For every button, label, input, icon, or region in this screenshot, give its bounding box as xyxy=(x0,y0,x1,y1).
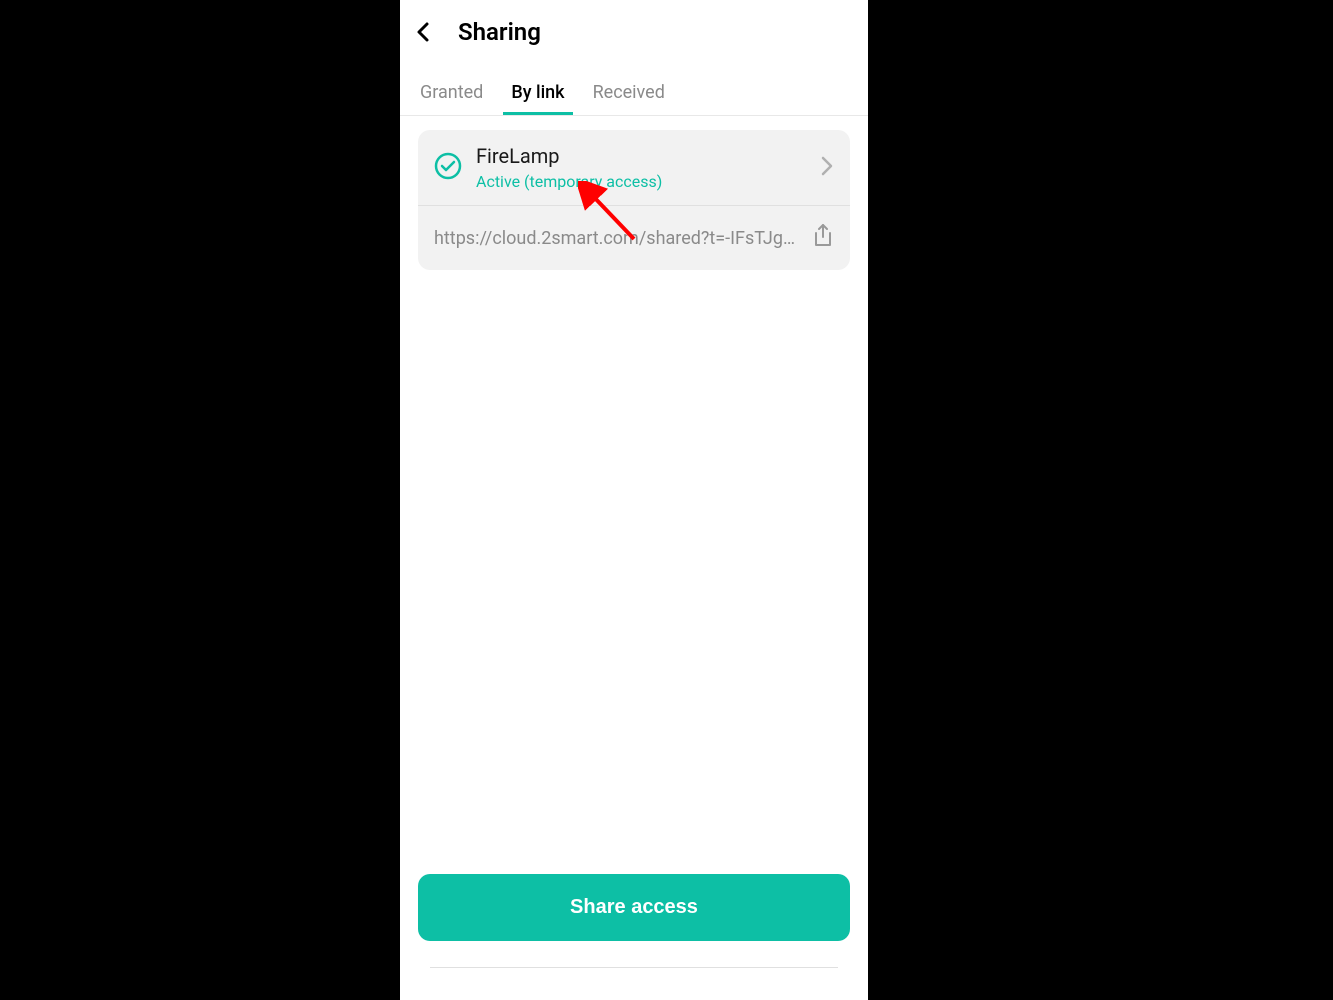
footer-divider xyxy=(430,967,838,968)
tab-by-link[interactable]: By link xyxy=(511,82,564,115)
share-item-row[interactable]: FireLamp Active (temporary access) xyxy=(418,130,850,205)
share-link-text: https://cloud.2smart.com/shared?t=-IFsTJ… xyxy=(434,228,798,249)
share-access-button[interactable]: Share access xyxy=(418,874,850,941)
chevron-left-icon xyxy=(414,20,434,44)
back-button[interactable] xyxy=(414,20,434,44)
tab-bar: Granted By link Received xyxy=(400,56,868,116)
app-screen: Sharing Granted By link Received FireLam… xyxy=(400,0,868,1000)
share-link-button[interactable] xyxy=(812,224,834,252)
tab-granted[interactable]: Granted xyxy=(420,82,483,115)
share-item-text: FireLamp Active (temporary access) xyxy=(476,144,806,191)
device-name: FireLamp xyxy=(476,144,806,168)
link-row: https://cloud.2smart.com/shared?t=-IFsTJ… xyxy=(418,206,850,270)
share-card: FireLamp Active (temporary access) https… xyxy=(418,130,850,270)
tab-received[interactable]: Received xyxy=(593,82,665,115)
check-circle-icon xyxy=(434,152,462,184)
page-title: Sharing xyxy=(458,18,541,46)
header-bar: Sharing xyxy=(400,0,868,56)
status-text: Active (temporary access) xyxy=(476,172,806,191)
chevron-right-icon xyxy=(820,155,834,181)
bottom-bar: Share access xyxy=(400,874,868,1000)
share-icon xyxy=(812,224,834,248)
content-area: FireLamp Active (temporary access) https… xyxy=(400,116,868,874)
